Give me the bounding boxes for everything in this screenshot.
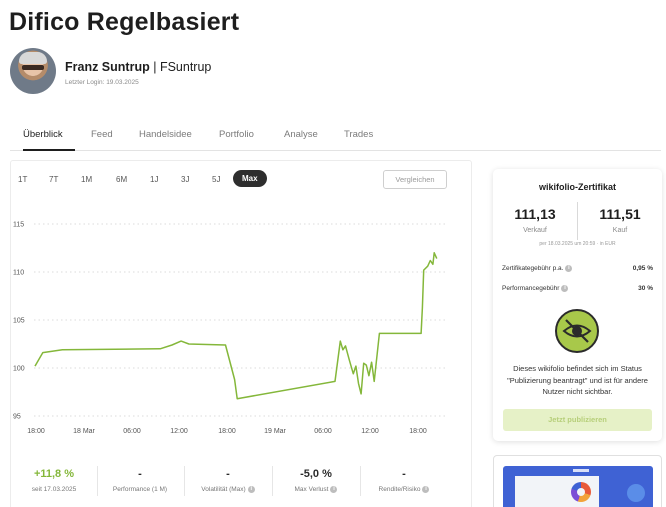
hidden-eye-icon: [555, 309, 599, 353]
stat-label-wrap: Volatilität (Max) i: [188, 486, 268, 493]
stat-label-wrap: Max Verlust i: [276, 486, 356, 493]
donut-chart-icon: [571, 482, 591, 502]
stat-divider: [184, 466, 185, 496]
perf-fee-value: 30 %: [638, 285, 653, 292]
info-icon[interactable]: i: [247, 486, 255, 493]
stat-label: Rendite/Risiko: [378, 486, 421, 493]
stat-performance-since: +11,8 % seit 17.03.2025: [14, 468, 94, 498]
stat-label-wrap: Rendite/Risiko i: [364, 486, 444, 493]
y-tick-label: 115: [13, 222, 24, 229]
stat-divider: [360, 466, 361, 496]
buy-label: Kauf: [612, 227, 628, 234]
stat-value: -: [402, 468, 406, 480]
publish-button[interactable]: Jetzt publizieren: [503, 409, 652, 431]
y-tick-label: 110: [13, 270, 24, 277]
performance-fee-row: Performancegebühr i 30 %: [502, 285, 653, 292]
chart-gridlines: [34, 223, 445, 417]
y-tick-label: 95: [13, 414, 21, 421]
perf-fee-label: Performancegebühr: [502, 285, 560, 292]
fee-value: 0,95 %: [632, 265, 653, 272]
certificate-card: wikifolio-Zertifikat 111,13 Verkauf 111,…: [493, 169, 662, 441]
stat-divider: [272, 466, 273, 496]
stat-label: Max Verlust: [294, 486, 329, 493]
info-icon[interactable]: i: [422, 486, 430, 493]
x-tick-label: 06:00: [123, 428, 141, 435]
x-tick-label: 18:00: [409, 428, 427, 435]
promo-card[interactable]: [493, 455, 662, 507]
x-tick-label: 18:00: [218, 428, 236, 435]
promo-screenshot: [503, 466, 653, 507]
y-tick-label: 100: [13, 366, 25, 373]
x-tick-label: 12:00: [170, 428, 188, 435]
x-tick-label: 18 Mar: [73, 428, 95, 435]
logo-icon: [627, 484, 645, 502]
fee-label: Zertifikategebühr p.a.: [502, 265, 564, 272]
y-tick-label: 105: [13, 318, 25, 325]
stat-volatility: - Volatilität (Max) i: [188, 468, 268, 498]
promo-header-bar: [573, 469, 589, 472]
stat-divider: [97, 466, 98, 496]
chart-y-ticks: 115 110 105 100 95: [13, 222, 25, 421]
buy-price: 111,51: [599, 206, 641, 222]
buy-price-block: 111,51 Kauf: [578, 206, 662, 234]
price-note: per 18.03.2025 um 20:59 · in EUR: [539, 241, 616, 247]
stat-performance-1m: - Performance (1 M): [100, 468, 180, 498]
sell-label: Verkauf: [523, 227, 547, 234]
sell-price: 111,13: [514, 206, 556, 222]
sell-price-block: 111,13 Verkauf: [493, 206, 577, 234]
eye-slash-icon: [562, 319, 592, 343]
info-icon[interactable]: i: [565, 265, 573, 272]
x-tick-label: 19 Mar: [264, 428, 286, 435]
stat-return-risk: - Rendite/Risiko i: [364, 468, 444, 498]
x-tick-label: 12:00: [361, 428, 379, 435]
stat-label: Volatilität (Max): [201, 486, 246, 493]
stat-label: Performance (1 M): [112, 486, 168, 493]
x-tick-label: 18:00: [27, 428, 45, 435]
performance-series-line: [34, 252, 438, 400]
stat-value: -: [138, 468, 142, 480]
certificate-title: wikifolio-Zertifikat: [538, 182, 616, 192]
stat-value: +11,8 %: [33, 468, 75, 480]
chart-x-ticks: 18:00 18 Mar 06:00 12:00 18:00 19 Mar 06:00 12:…: [27, 428, 427, 435]
certificate-fee-row: Zertifikategebühr p.a. i 0,95 %: [502, 265, 653, 272]
info-icon[interactable]: i: [330, 486, 338, 493]
status-message: Dieses wikifolio befindet sich im Status…: [507, 364, 648, 396]
stat-value: -5,0 %: [300, 468, 332, 480]
stat-label: seit 17.03.2025: [31, 486, 77, 493]
stat-value: -: [226, 468, 230, 480]
stat-max-drawdown: -5,0 % Max Verlust i: [276, 468, 356, 498]
info-icon[interactable]: i: [561, 285, 569, 292]
x-tick-label: 06:00: [314, 428, 332, 435]
